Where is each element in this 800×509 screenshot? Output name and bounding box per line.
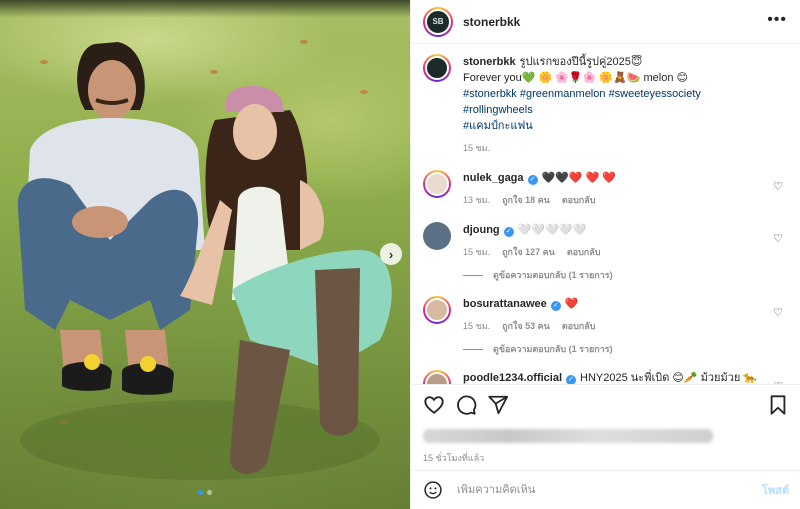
reply-button[interactable]: ตอบกลับ: [567, 244, 601, 260]
commenter-avatar[interactable]: [423, 222, 451, 250]
next-photo-button[interactable]: ›: [380, 243, 402, 265]
author-username[interactable]: stonerbkk: [463, 15, 520, 29]
commenter-avatar[interactable]: [423, 170, 451, 198]
comment-text: ❤️: [564, 298, 579, 310]
comment: nulek_gaga ✓ 🖤🖤❤️ ❤️ ❤️ 13 ชม. ถูกใจ 18 คน…: [423, 170, 789, 208]
hashtag[interactable]: #sweeteyessociety: [609, 88, 701, 100]
comment-time: 13 ชม.: [463, 195, 491, 205]
people-illustration: [17, 42, 392, 480]
comment-bubble-icon[interactable]: [455, 394, 477, 416]
comment-composer: โพสต์: [411, 470, 800, 509]
comments-list[interactable]: stonerbkk รูปแรกของปีนี้รูปคู่2025😇 Forev…: [411, 44, 800, 384]
comment-meta: 15 ชม. ถูกใจ 127 คน ตอบกลับ: [463, 244, 763, 260]
post-time: 15 ชั่วโมงที่แล้ว: [423, 453, 485, 463]
caption-text-line1: รูปแรกของปีนี้รูปคู่2025😇: [519, 56, 643, 68]
caption-meta: 15 ชม.: [463, 140, 763, 156]
view-replies-label: ดูข้อความตอบกลับ (1 รายการ): [493, 344, 613, 354]
view-replies-button[interactable]: ดูข้อความตอบกลับ (1 รายการ): [463, 342, 789, 356]
comment-time: 15 ชม.: [463, 247, 491, 257]
comment-likes[interactable]: ถูกใจ 53 คน: [502, 318, 550, 334]
commenter-avatar[interactable]: [423, 370, 451, 384]
post-header: SB stonerbkk •••: [411, 0, 800, 44]
comment-text: 🖤🖤❤️ ❤️ ❤️: [541, 172, 617, 184]
emoji-smiley-icon[interactable]: [423, 480, 443, 500]
like-comment-heart-icon[interactable]: ♡: [773, 306, 783, 319]
carousel-dots: [0, 490, 410, 495]
verified-badge-icon: ✓: [527, 175, 538, 185]
verified-badge-icon: ✓: [566, 375, 577, 384]
hashtag[interactable]: #stonerbkk: [463, 88, 517, 100]
view-replies-button[interactable]: ดูข้อความตอบกลับ (1 รายการ): [463, 268, 789, 282]
commenter-username[interactable]: poodle1234.official: [463, 372, 562, 384]
comment: djoung ✓ 🤍🤍🤍🤍🤍 15 ชม. ถูกใจ 127 คน ตอบกลับ…: [423, 222, 789, 260]
post-actions: 15 ชั่วโมงที่แล้ว: [411, 384, 800, 465]
comment: poodle1234.official ✓ HNY2025 นะพี่เบิด 😊🥕…: [423, 370, 789, 384]
hashtag[interactable]: #rollingwheels: [463, 104, 533, 116]
reply-button[interactable]: ตอบกลับ: [562, 318, 596, 334]
replies-divider: [463, 274, 483, 276]
comment-likes[interactable]: ถูกใจ 18 คน: [502, 192, 550, 208]
carousel-dot-active: [198, 490, 203, 495]
share-paper-plane-icon[interactable]: [487, 394, 509, 416]
caption: stonerbkk รูปแรกของปีนี้รูปคู่2025😇 Forev…: [423, 54, 789, 156]
verified-badge-icon: ✓: [550, 301, 561, 311]
liked-by-blurred: [423, 429, 713, 443]
caption-text-line2: Forever you💚 🌼 🌸🌹🌸 🌼🧸🍉 melon 😊: [463, 72, 688, 84]
reply-button[interactable]: ตอบกลับ: [562, 192, 596, 208]
carousel-dot: [207, 490, 212, 495]
commenter-avatar[interactable]: [423, 296, 451, 324]
comment-text: HNY2025 นะพี่เบิด 😊🥕 ม้วยม้วย 🐆: [580, 372, 758, 384]
comment-body: nulek_gaga ✓ 🖤🖤❤️ ❤️ ❤️ 13 ชม. ถูกใจ 18 คน…: [463, 170, 763, 208]
comment-meta: 13 ชม. ถูกใจ 18 คน ตอบกลับ: [463, 192, 763, 208]
post-comment-button[interactable]: โพสต์: [762, 481, 789, 499]
like-comment-heart-icon[interactable]: ♡: [773, 180, 783, 193]
caption-username[interactable]: stonerbkk: [463, 56, 516, 68]
like-heart-icon[interactable]: [423, 394, 445, 416]
comment-likes[interactable]: ถูกใจ 127 คน: [502, 244, 555, 260]
hashtag[interactable]: #แคมป์กะแฟน: [463, 120, 533, 132]
caption-avatar[interactable]: [423, 54, 451, 82]
author-avatar[interactable]: SB: [423, 6, 453, 37]
action-icons: [423, 393, 789, 417]
post-details: SB stonerbkk ••• stonerbkk รูปแรกของปีนี้…: [410, 0, 800, 509]
commenter-username[interactable]: nulek_gaga: [463, 172, 524, 184]
view-replies-label: ดูข้อความตอบกลับ (1 รายการ): [493, 270, 613, 280]
verified-badge-icon: ✓: [503, 227, 514, 237]
caption-body: stonerbkk รูปแรกของปีนี้รูปคู่2025😇 Forev…: [463, 54, 763, 156]
comment-body: bosurattanawee ✓ ❤️ 15 ชม. ถูกใจ 53 คน ตอบ…: [463, 296, 763, 334]
caption-time: 15 ชม.: [463, 143, 491, 153]
replies-divider: [463, 348, 483, 350]
comment-meta: 15 ชม. ถูกใจ 53 คน ตอบกลับ: [463, 318, 763, 334]
comment-input[interactable]: [457, 484, 737, 496]
post-viewer: › SB stonerbkk ••• stonerbkk รูปแรกของปีน…: [0, 0, 800, 509]
like-comment-heart-icon[interactable]: ♡: [773, 232, 783, 245]
comment-text: 🤍🤍🤍🤍🤍: [517, 224, 587, 236]
author-avatar-initials: SB: [425, 8, 451, 35]
post-photo[interactable]: ›: [0, 0, 410, 509]
commenter-username[interactable]: bosurattanawee: [463, 298, 547, 310]
commenter-username[interactable]: djoung: [463, 224, 500, 236]
comment-body: djoung ✓ 🤍🤍🤍🤍🤍 15 ชม. ถูกใจ 127 คน ตอบกลับ: [463, 222, 763, 260]
comment-body: poodle1234.official ✓ HNY2025 นะพี่เบิด 😊🥕…: [463, 370, 763, 384]
comment-time: 15 ชม.: [463, 321, 491, 331]
save-bookmark-icon[interactable]: [767, 394, 789, 416]
man-figure: [17, 42, 205, 395]
hashtag[interactable]: #greenmanmelon: [520, 88, 606, 100]
comment: bosurattanawee ✓ ❤️ 15 ชม. ถูกใจ 53 คน ตอบ…: [423, 296, 789, 334]
more-options-icon[interactable]: •••: [767, 12, 787, 28]
